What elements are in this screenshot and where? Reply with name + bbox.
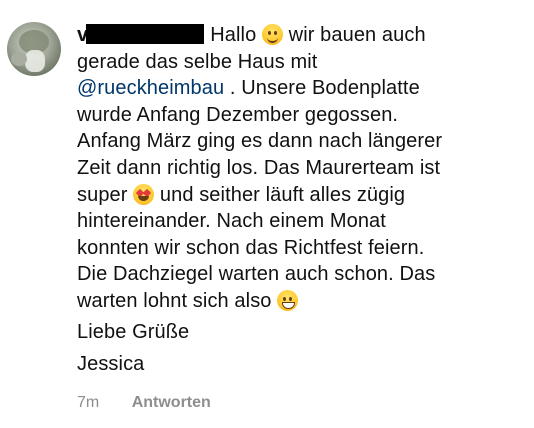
comment-text: . Unsere Bodenplatte [229,77,420,100]
comment-text: und seither läuft alles zügig [159,183,406,206]
reply-button[interactable]: Antworten [132,394,211,411]
avatar[interactable] [7,22,61,76]
comment-text: konnten wir schon das Richtfest feiern. [77,236,425,259]
comment-text: gerade das selbe Haus mit [77,50,318,73]
comment-text: Jessica [77,353,145,376]
mention-link[interactable]: @rueckheimbau [77,77,224,99]
comment-text: wir bauen auch [288,24,426,46]
redaction-bar [86,24,205,44]
comment-text: wurde Anfang Dezember gegossen. [77,103,399,126]
comment-text: Die Dachziegel warten auch schon. Das [77,263,436,286]
comment-text: Anfang März ging es dann nach längerer [77,130,443,153]
grinning-face-icon [277,289,299,311]
star-struck-icon [133,183,155,205]
timestamp: 7m [77,394,100,411]
comment-meta: 7m Antworten [77,394,211,412]
comment-text: Liebe Grüße [77,320,190,343]
comment-text: Hallo [210,24,257,46]
comment-text: warten lohnt sich also [77,289,272,312]
avatar-shape [25,50,45,72]
comment-text: super [77,183,128,206]
comment-body: v Hallo wir bauen auch gerade das selbe H… [77,22,525,378]
smiling-face-icon [261,24,283,45]
avatar-shape [11,52,27,66]
comment-text: Zeit dann richtig los. Das Maurerteam is… [77,156,441,179]
comment-text: hintereinander. Nach einem Monat [77,210,386,233]
